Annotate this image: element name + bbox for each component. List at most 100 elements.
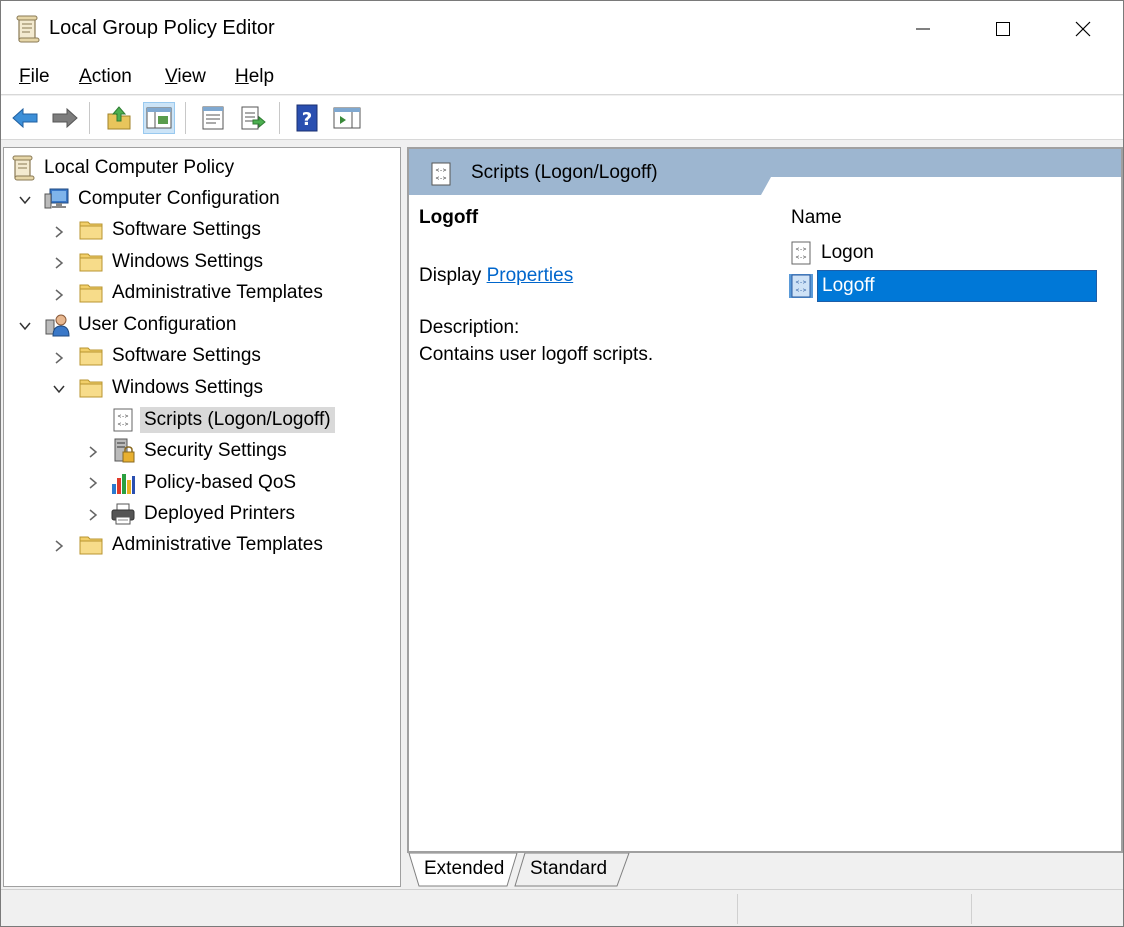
- menu-file[interactable]: File: [19, 66, 50, 88]
- security-lock-icon: [114, 438, 135, 463]
- tree-label: Windows Settings: [112, 377, 264, 398]
- chevron-right-icon[interactable]: [52, 288, 66, 302]
- tab-standard-label: Standard: [530, 858, 608, 879]
- list-item-label: Logon: [821, 242, 874, 263]
- menu-help-label: elp: [248, 66, 275, 87]
- export-list-icon: [241, 106, 266, 130]
- tree-item-cc-administrative-templates[interactable]: Administrative Templates: [78, 278, 327, 308]
- tab-standard[interactable]: Standard: [530, 853, 607, 885]
- user-icon: [45, 314, 70, 337]
- menu-view[interactable]: View: [165, 66, 206, 88]
- tree-label: Local Computer Policy: [44, 157, 235, 178]
- list-item-logon[interactable]: <-> <-> Logon: [789, 237, 878, 269]
- tab-extended[interactable]: Extended: [424, 853, 504, 885]
- tree-label: Windows Settings: [112, 251, 264, 272]
- tree-label: Deployed Printers: [144, 503, 296, 524]
- chevron-right-icon[interactable]: [52, 351, 66, 365]
- script-icon: <-> <->: [791, 241, 811, 265]
- folder-icon: [79, 221, 103, 240]
- folder-icon: [79, 284, 103, 303]
- display-properties-line: Display Properties: [419, 265, 573, 287]
- up-one-level-button[interactable]: [103, 102, 135, 134]
- tree-label: User Configuration: [78, 314, 237, 335]
- tree-item-uc-software-settings[interactable]: Software Settings: [78, 341, 265, 371]
- chevron-down-icon[interactable]: [18, 319, 32, 333]
- tree-item-policy-based-qos[interactable]: Policy-based QoS: [110, 468, 300, 498]
- chevron-right-icon[interactable]: [86, 445, 100, 459]
- menu-view-mnemonic: V: [165, 66, 178, 87]
- chevron-right-icon[interactable]: [52, 225, 66, 239]
- minimize-icon: [916, 28, 930, 30]
- help-button[interactable]: ?: [291, 102, 323, 134]
- svg-text:<->: <->: [118, 421, 129, 428]
- show-hide-console-tree-button[interactable]: [143, 102, 175, 134]
- properties-icon: [202, 106, 224, 130]
- window-title: Local Group Policy Editor: [49, 17, 275, 39]
- folder-open-icon: [79, 379, 103, 398]
- menu-view-label: iew: [177, 66, 206, 87]
- up-folder-icon: [107, 106, 131, 130]
- title-bar[interactable]: Local Group Policy Editor: [1, 1, 1123, 57]
- status-divider: [737, 894, 738, 924]
- maximize-button[interactable]: [963, 1, 1043, 57]
- details-pane: <-> <-> Scripts (Logon/Logoff) Logoff Di…: [407, 147, 1123, 853]
- svg-text:<->: <->: [796, 254, 807, 261]
- show-action-pane-button[interactable]: [331, 102, 363, 134]
- chevron-down-icon[interactable]: [18, 193, 32, 207]
- tree-item-uc-administrative-templates[interactable]: Administrative Templates: [78, 530, 327, 560]
- toolbar-separator: [279, 102, 280, 134]
- tree-item-computer-configuration[interactable]: Computer Configuration: [44, 184, 284, 214]
- menu-action-mnemonic: A: [79, 66, 92, 87]
- details-header: <-> <-> Scripts (Logon/Logoff): [409, 149, 1121, 195]
- properties-button[interactable]: [197, 102, 229, 134]
- minimize-button[interactable]: [883, 1, 963, 57]
- chevron-right-icon[interactable]: [52, 539, 66, 553]
- back-button[interactable]: [9, 102, 41, 134]
- menu-file-label: ile: [30, 66, 50, 87]
- menu-action-label: ction: [91, 66, 132, 87]
- menu-bar: File Action View Help: [1, 57, 1123, 95]
- details-header-title: Scripts (Logon/Logoff): [471, 162, 658, 183]
- policy-scroll-icon: [12, 155, 35, 181]
- forward-button[interactable]: [49, 102, 81, 134]
- bar-chart-icon: [112, 474, 135, 494]
- console-tree[interactable]: Local Computer Policy Computer Configura…: [3, 147, 401, 887]
- tree-item-uc-windows-settings[interactable]: Windows Settings: [78, 373, 267, 403]
- menu-action[interactable]: Action: [79, 66, 132, 88]
- chevron-right-icon[interactable]: [86, 476, 100, 490]
- tree-item-scripts-logon-logoff[interactable]: <-> <-> Scripts (Logon/Logoff): [110, 405, 335, 435]
- tree-item-user-configuration[interactable]: User Configuration: [44, 310, 240, 340]
- tree-item-local-computer-policy[interactable]: Local Computer Policy: [10, 153, 238, 183]
- tab-extended-label: Extended: [424, 858, 505, 879]
- properties-link[interactable]: Properties: [487, 265, 574, 286]
- menu-help[interactable]: Help: [235, 66, 274, 88]
- app-window: Local Group Policy Editor File Action Vi…: [0, 0, 1124, 927]
- tree-item-security-settings[interactable]: Security Settings: [110, 436, 291, 466]
- tree-label: Software Settings: [112, 345, 261, 366]
- menu-file-mnemonic: F: [19, 66, 31, 87]
- close-button[interactable]: [1043, 1, 1123, 57]
- column-header-name[interactable]: Name: [791, 207, 842, 229]
- svg-text:<->: <->: [118, 413, 129, 420]
- folder-icon: [79, 253, 103, 272]
- chevron-right-icon[interactable]: [86, 508, 100, 522]
- selected-item-title: Logoff: [419, 207, 479, 228]
- policy-scroll-icon: [16, 15, 40, 43]
- tree-label: Security Settings: [144, 440, 287, 461]
- tree-item-deployed-printers[interactable]: Deployed Printers: [110, 499, 299, 529]
- svg-text:<->: <->: [796, 287, 807, 294]
- list-item-label: Logoff: [817, 270, 1097, 302]
- printer-icon: [111, 503, 135, 525]
- tree-item-cc-software-settings[interactable]: Software Settings: [78, 215, 265, 245]
- tree-item-cc-windows-settings[interactable]: Windows Settings: [78, 247, 267, 277]
- tree-label: Administrative Templates: [112, 534, 323, 555]
- close-icon: [1075, 21, 1091, 37]
- chevron-down-icon[interactable]: [52, 382, 66, 396]
- tree-label: Policy-based QoS: [144, 472, 297, 493]
- export-list-button[interactable]: [237, 102, 269, 134]
- status-divider: [971, 894, 972, 924]
- svg-text:<->: <->: [796, 279, 807, 286]
- list-item-logoff[interactable]: <-> <-> Logoff: [789, 270, 1097, 302]
- help-icon: ?: [296, 104, 318, 132]
- chevron-right-icon[interactable]: [52, 256, 66, 270]
